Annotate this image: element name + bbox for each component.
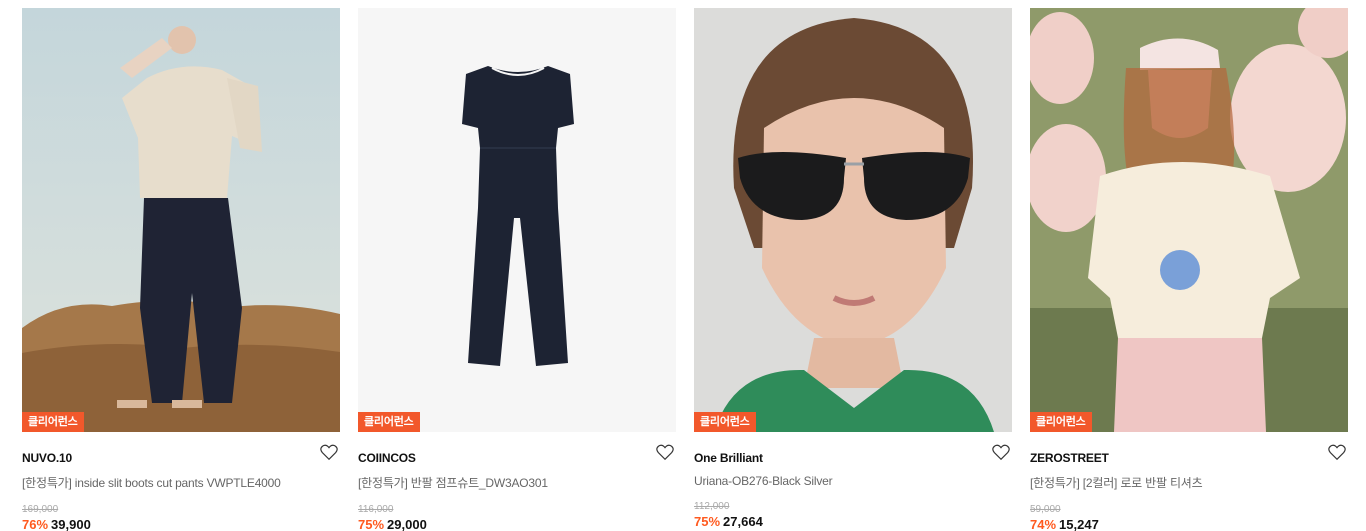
price-row: 74% 15,247 — [1030, 517, 1348, 531]
price-row: 76% 39,900 — [22, 517, 340, 531]
sale-price: 39,900 — [51, 517, 91, 531]
product-image[interactable]: 클리어런스 — [358, 8, 676, 432]
original-price: 112,000 — [694, 501, 730, 512]
product-photo — [22, 8, 340, 432]
product-card[interactable]: 클리어런스 One Brilliant Uriana-OB276-Black S… — [694, 8, 1012, 531]
product-card[interactable]: 클리어런스 NUVO.10 [한정특가] inside slit boots c… — [22, 8, 340, 531]
heart-icon[interactable] — [1328, 444, 1346, 461]
clearance-badge: 클리어런스 — [1030, 412, 1092, 432]
product-card[interactable]: 클리어런스 COIINCOS [한정특가] 반팔 점프슈트_DW3AO301 1… — [358, 8, 676, 531]
clearance-badge: 클리어런스 — [358, 412, 420, 432]
discount-rate: 75% — [694, 514, 721, 529]
heart-icon[interactable] — [656, 444, 674, 461]
clearance-badge: 클리어런스 — [22, 412, 84, 432]
brand-name[interactable]: COIINCOS — [358, 451, 416, 465]
brand-name[interactable]: ZEROSTREET — [1030, 451, 1109, 465]
sale-price: 27,664 — [723, 514, 763, 529]
product-name[interactable]: [한정특가] [2컬러] 로로 반팔 티셔츠 — [1030, 474, 1348, 491]
sale-price: 29,000 — [387, 517, 427, 531]
product-card[interactable]: 클리어런스 ZEROSTREET [한정특가] [2컬러] 로로 반팔 티셔츠 … — [1030, 8, 1348, 531]
original-price: 59,000 — [1030, 504, 1061, 515]
clearance-badge: 클리어런스 — [694, 412, 756, 432]
product-name[interactable]: [한정특가] 반팔 점프슈트_DW3AO301 — [358, 474, 676, 491]
product-photo — [1030, 8, 1348, 432]
product-image[interactable]: 클리어런스 — [1030, 8, 1348, 432]
brand-name[interactable]: One Brilliant — [694, 451, 763, 465]
price-row: 75% 27,664 — [694, 514, 1012, 529]
original-price: 169,000 — [22, 504, 59, 515]
price-row: 75% 29,000 — [358, 517, 676, 531]
product-name[interactable]: [한정특가] inside slit boots cut pants VWPTL… — [22, 474, 340, 491]
product-photo — [358, 8, 676, 432]
product-name[interactable]: Uriana-OB276-Black Silver — [694, 474, 1012, 488]
product-image[interactable]: 클리어런스 — [694, 8, 1012, 432]
product-photo — [694, 8, 1012, 432]
original-price: 116,000 — [358, 504, 394, 515]
discount-rate: 74% — [1030, 517, 1057, 531]
discount-rate: 75% — [358, 517, 385, 531]
sale-price: 15,247 — [1059, 517, 1099, 531]
heart-icon[interactable] — [992, 444, 1010, 461]
brand-name[interactable]: NUVO.10 — [22, 451, 72, 465]
product-grid: 클리어런스 NUVO.10 [한정특가] inside slit boots c… — [0, 0, 1366, 531]
discount-rate: 76% — [22, 517, 49, 531]
heart-icon[interactable] — [320, 444, 338, 461]
product-image[interactable]: 클리어런스 — [22, 8, 340, 432]
